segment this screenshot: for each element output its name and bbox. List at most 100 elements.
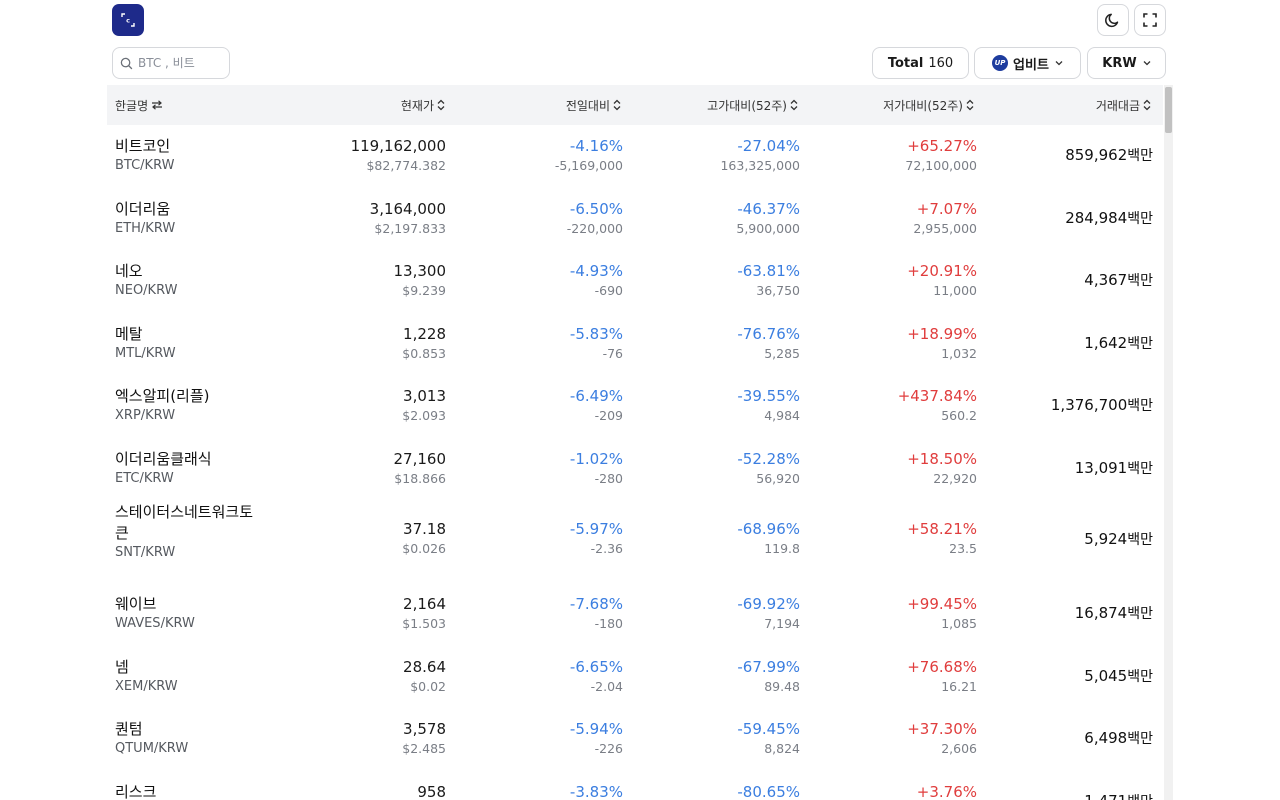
table-row[interactable]: 비트코인 BTC/KRW 119,162,000 $82,774.382 -4.16% -… [107,125,1163,188]
coin-name-cell[interactable]: 비트코인 BTC/KRW [115,136,265,175]
coin-name-cell[interactable]: 웨이브 WAVES/KRW [115,594,265,633]
coin-name-cell[interactable]: 이더리움 ETH/KRW [115,199,265,238]
sort-icon [437,99,445,111]
change-cell: -4.16% -5,169,000 [467,136,623,175]
change-amount: -280 [594,470,623,486]
coin-pair: XRP/KRW [115,408,176,423]
coin-name-cell[interactable]: 엑스알피(리플) XRP/KRW [115,386,265,425]
coin-name-cell[interactable]: 이더리움클래식 ETC/KRW [115,449,265,488]
low52-value: 1,085 [941,616,977,631]
low52-cell: +20.91% 11,000 [823,261,977,300]
upbit-logo-icon: UP [992,55,1009,71]
high52-cell: -76.76% 5,285 [647,324,800,363]
price-cell: 3,013 $2.093 [287,386,446,425]
price-cell: 1,228 $0.853 [287,324,446,363]
change-percent: -5.94% [569,720,623,738]
coin-pair: NEO/KRW [115,283,178,298]
price-cell: 28.64 $0.02 [287,657,446,696]
theme-toggle-button[interactable] [1097,4,1129,36]
change-cell: -1.02% -280 [467,449,623,488]
usd-price: $18.866 [394,470,446,486]
volume-cell: 1,642백만 [987,333,1153,353]
current-price: 3,164,000 [369,199,446,218]
volume-cell: 16,874백만 [987,603,1153,623]
total-label: Total [887,55,924,71]
high52-cell: -59.45% 8,824 [647,719,800,758]
high52-cell: -68.96% 119.8 [647,519,800,558]
usd-price: $2.093 [402,408,446,423]
table-row[interactable]: 메탈 MTL/KRW 1,228 $0.853 -5.83% -76 -76.76% 5,28… [107,313,1163,376]
column-header-name[interactable]: 한글명 [115,85,163,125]
low52-percent: +18.50% [907,449,977,468]
low52-value: 72,100,000 [905,158,977,173]
coin-name-cell[interactable]: 스테이터스네트워크토큰 SNT/KRW [115,502,265,562]
change-percent: -4.16% [569,137,623,155]
coin-name: 비트코인 [115,137,171,155]
column-header-high52[interactable]: 고가대비(52주) [649,85,798,125]
coin-name: 이더리움 [115,199,171,218]
low52-cell: +37.30% 2,606 [823,719,977,758]
total-count-badge: Total 160 [872,47,969,79]
sort-icon [1143,99,1151,111]
current-price: 37.18 [403,520,446,538]
price-cell: 27,160 $18.866 [287,449,447,488]
volume-cell: 1,471백만 [987,791,1153,800]
coin-name-cell[interactable]: 퀀텀 QTUM/KRW [115,719,265,758]
high52-percent: -80.65% [737,782,800,800]
scrollbar[interactable] [1164,85,1173,800]
fullscreen-button[interactable] [1134,4,1166,36]
search-input[interactable] [138,56,218,70]
volume-cell: 284,984백만 [987,208,1153,228]
low52-value: 23.5 [949,541,977,556]
coin-name-cell[interactable]: 리스크LSK/KRW [115,782,265,800]
search-icon [120,57,133,69]
column-header-label: 거래대금 [1095,98,1140,113]
column-header-label: 현재가 [400,98,434,113]
table-row[interactable]: 리스크LSK/KRW 958$0.665 -3.83%-38 -80.65%4,951… [107,771,1163,800]
high52-cell: -46.37% 5,900,000 [647,199,800,238]
volume-unit: 백만 [1127,398,1153,414]
usd-price: $0.853 [402,345,446,361]
high52-cell: -80.65%4,951 [647,782,800,800]
current-price: 1,228 [403,324,446,343]
coin-name-cell[interactable]: 네오 NEO/KRW [115,261,265,300]
app-logo[interactable]: c [112,4,144,36]
coin-name-cell[interactable]: 메탈 MTL/KRW [115,324,265,363]
high52-value: 89.48 [764,678,800,694]
table-row[interactable]: 이더리움 ETH/KRW 3,164,000 $2,197.833 -6.50% -220… [107,188,1163,251]
column-header-low52[interactable]: 저가대비(52주) [825,85,974,125]
price-cell: 958$0.665 [287,782,446,800]
column-header-price[interactable]: 현재가 [327,85,445,125]
high52-percent: -27.04% [737,137,800,155]
search-box[interactable] [112,47,230,79]
total-count: 160 [928,55,954,71]
table-row[interactable]: 넴 XEM/KRW 28.64 $0.02 -6.65% -2.04 -67.99% 89.4… [107,646,1163,709]
currency-select[interactable]: KRW [1087,47,1166,79]
change-cell: -5.83% -76 [467,324,623,363]
high52-percent: -68.96% [737,520,800,538]
table-row[interactable]: 이더리움클래식 ETC/KRW 27,160 $18.866 -1.02% -280 -52… [107,438,1163,501]
table-row[interactable]: 네오 NEO/KRW 13,300 $9.239 -4.93% -690 -63.81% 36… [107,250,1163,313]
column-header-change[interactable]: 전일대비 [503,85,621,125]
high52-value: 8,824 [764,741,800,756]
table-row[interactable]: 엑스알피(리플) XRP/KRW 3,013 $2.093 -6.49% -209 -39.… [107,375,1163,438]
change-percent: -6.50% [569,199,623,218]
column-header-volume[interactable]: 거래대금 [1027,85,1151,125]
low52-value: 2,955,000 [913,220,977,236]
coin-name-cell[interactable]: 넴 XEM/KRW [115,657,265,696]
change-percent: -6.65% [569,657,623,676]
table-row[interactable]: 퀀텀 QTUM/KRW 3,578 $2.485 -5.94% -226 -59.45% 8,… [107,708,1163,771]
price-cell: 37.18 $0.026 [287,519,446,558]
chevron-down-icon [1143,61,1151,66]
table-row[interactable]: 웨이브 WAVES/KRW 2,164 $1.503 -7.68% -180 -69.92%… [107,583,1163,646]
low52-percent: +20.91% [907,262,977,280]
sort-icon [966,99,974,111]
exchange-select[interactable]: UP 업비트 [974,47,1081,79]
change-cell: -6.49% -209 [467,386,623,425]
high52-percent: -67.99% [737,657,800,676]
table-row[interactable]: 스테이터스네트워크토큰 SNT/KRW 37.18 $0.026 -5.97% -2.36… [107,500,1163,583]
usd-price: $9.239 [402,283,446,298]
low52-percent: +18.99% [907,324,977,343]
current-price: 3,013 [403,387,446,405]
scrollbar-thumb[interactable] [1165,87,1172,133]
